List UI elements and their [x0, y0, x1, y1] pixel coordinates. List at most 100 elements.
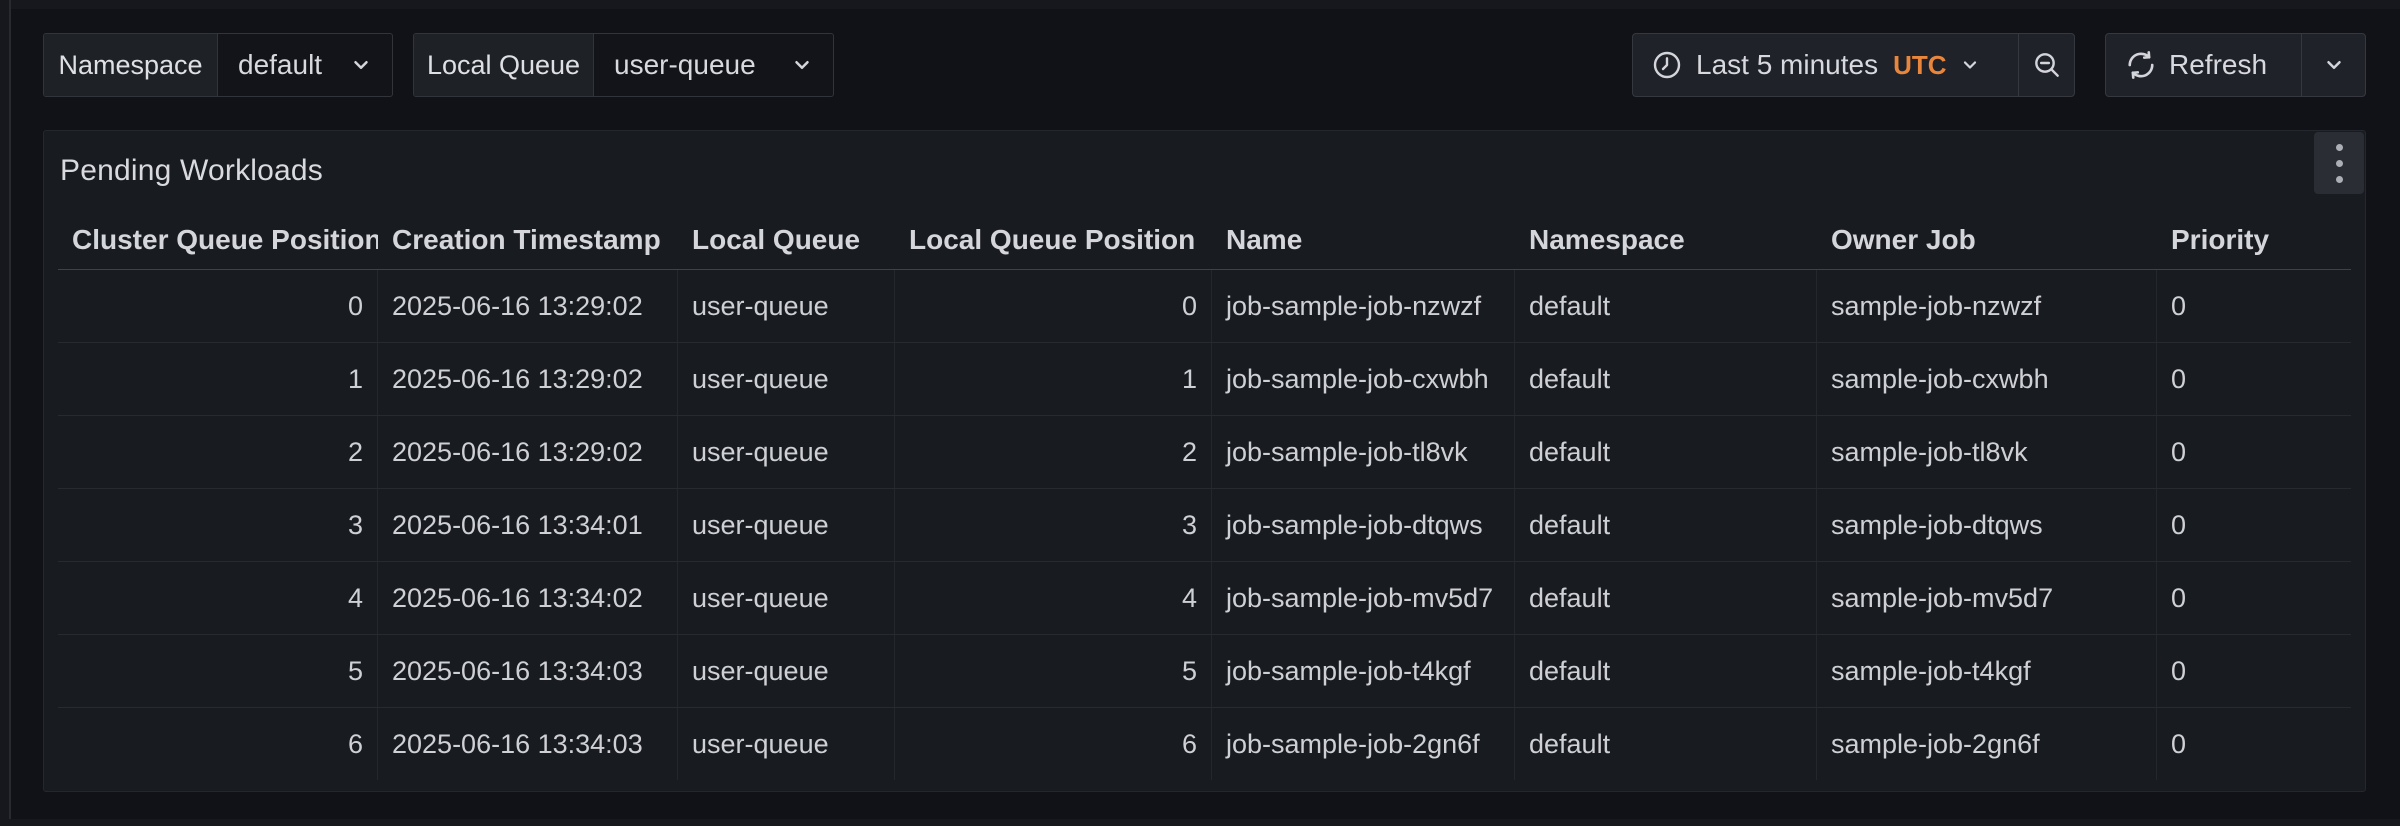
table-cell-local-queue: user-queue [678, 270, 895, 342]
panel-menu-button[interactable] [2314, 132, 2364, 194]
table-cell-owner-job: sample-job-t4kgf [1817, 635, 2157, 707]
table-cell-local-queue-position: 4 [895, 562, 1212, 634]
table-cell-name: job-sample-job-nzwzf [1212, 270, 1515, 342]
pending-workloads-table: Cluster Queue PositionCreation Timestamp… [58, 211, 2351, 791]
table-cell-creation-timestamp: 2025-06-16 13:29:02 [378, 270, 678, 342]
time-picker-group: Last 5 minutes UTC [1632, 33, 2075, 97]
table-cell-local-queue: user-queue [678, 635, 895, 707]
app-chrome-top-edge [0, 0, 2400, 9]
table-cell-local-queue: user-queue [678, 708, 895, 780]
table-row: 52025-06-16 13:34:03user-queue5job-sampl… [58, 635, 2351, 708]
table-cell-creation-timestamp: 2025-06-16 13:34:02 [378, 562, 678, 634]
kebab-menu-icon [2336, 160, 2343, 167]
table-row: 62025-06-16 13:34:03user-queue6job-sampl… [58, 708, 2351, 780]
table-cell-cluster-queue-position: 6 [58, 708, 378, 780]
clock-icon [1651, 49, 1683, 81]
table-cell-priority: 0 [2157, 635, 2351, 707]
table-cell-name: job-sample-job-mv5d7 [1212, 562, 1515, 634]
table-cell-priority: 0 [2157, 489, 2351, 561]
chevron-down-icon [2323, 54, 2345, 76]
table-cell-local-queue-position: 6 [895, 708, 1212, 780]
refresh-button[interactable]: Refresh [2106, 34, 2301, 96]
table-cell-priority: 0 [2157, 270, 2351, 342]
table-cell-creation-timestamp: 2025-06-16 13:34:03 [378, 635, 678, 707]
column-header-local-queue[interactable]: Local Queue [678, 224, 895, 256]
time-range-button[interactable]: Last 5 minutes UTC [1633, 34, 2018, 96]
chevron-down-icon [350, 54, 372, 76]
table-row: 32025-06-16 13:34:01user-queue3job-sampl… [58, 489, 2351, 562]
app-chrome-left-edge [0, 0, 11, 826]
variable-label-local-queue: Local Queue [414, 34, 594, 96]
panel-pending-workloads: Pending Workloads Cluster Queue Position… [43, 130, 2366, 792]
table-cell-namespace: default [1515, 562, 1817, 634]
table-cell-priority: 0 [2157, 416, 2351, 488]
column-header-cluster-queue-position[interactable]: Cluster Queue Position [58, 224, 378, 256]
table-cell-name: job-sample-job-tl8vk [1212, 416, 1515, 488]
table-cell-name: job-sample-job-2gn6f [1212, 708, 1515, 780]
zoom-out-icon [2031, 49, 2063, 81]
table-cell-priority: 0 [2157, 562, 2351, 634]
table-cell-owner-job: sample-job-cxwbh [1817, 343, 2157, 415]
table-cell-cluster-queue-position: 4 [58, 562, 378, 634]
chevron-down-icon [1960, 55, 1980, 75]
table-cell-cluster-queue-position: 1 [58, 343, 378, 415]
chevron-down-icon [791, 54, 813, 76]
kebab-menu-icon [2336, 144, 2343, 151]
panel-header: Pending Workloads [44, 131, 2365, 211]
table-cell-name: job-sample-job-dtqws [1212, 489, 1515, 561]
table-cell-cluster-queue-position: 0 [58, 270, 378, 342]
table-cell-local-queue-position: 3 [895, 489, 1212, 561]
table-cell-cluster-queue-position: 5 [58, 635, 378, 707]
kebab-menu-icon [2336, 176, 2343, 183]
column-header-owner-job[interactable]: Owner Job [1817, 224, 2157, 256]
variable-control-local-queue: Local Queue user-queue [413, 33, 834, 97]
table-cell-cluster-queue-position: 2 [58, 416, 378, 488]
table-cell-namespace: default [1515, 416, 1817, 488]
table-cell-name: job-sample-job-t4kgf [1212, 635, 1515, 707]
table-cell-local-queue-position: 2 [895, 416, 1212, 488]
table-cell-creation-timestamp: 2025-06-16 13:34:01 [378, 489, 678, 561]
table-cell-owner-job: sample-job-tl8vk [1817, 416, 2157, 488]
column-header-namespace[interactable]: Namespace [1515, 224, 1817, 256]
table-cell-namespace: default [1515, 343, 1817, 415]
table-cell-creation-timestamp: 2025-06-16 13:29:02 [378, 416, 678, 488]
panel-title[interactable]: Pending Workloads [60, 154, 323, 188]
table-header-row: Cluster Queue PositionCreation Timestamp… [58, 211, 2351, 270]
table-cell-creation-timestamp: 2025-06-16 13:29:02 [378, 343, 678, 415]
variable-value-local-queue: user-queue [614, 49, 756, 81]
time-zoom-out-button[interactable] [2019, 34, 2074, 96]
refresh-interval-dropdown[interactable] [2302, 34, 2365, 96]
app-chrome-bottom-edge [0, 819, 2400, 826]
column-header-creation-timestamp[interactable]: Creation Timestamp [378, 224, 678, 256]
table-cell-local-queue-position: 1 [895, 343, 1212, 415]
timezone-badge: UTC [1893, 50, 1946, 81]
table-cell-local-queue: user-queue [678, 489, 895, 561]
table-cell-namespace: default [1515, 270, 1817, 342]
table-cell-namespace: default [1515, 489, 1817, 561]
table-cell-owner-job: sample-job-dtqws [1817, 489, 2157, 561]
column-header-priority[interactable]: Priority [2157, 224, 2351, 256]
refresh-label: Refresh [2169, 49, 2267, 81]
variable-dropdown-namespace[interactable]: default [218, 34, 392, 96]
table-cell-creation-timestamp: 2025-06-16 13:34:03 [378, 708, 678, 780]
table-cell-name: job-sample-job-cxwbh [1212, 343, 1515, 415]
table-cell-priority: 0 [2157, 708, 2351, 780]
refresh-group: Refresh [2105, 33, 2366, 97]
table-cell-owner-job: sample-job-2gn6f [1817, 708, 2157, 780]
variable-label-namespace: Namespace [44, 34, 218, 96]
time-range-label: Last 5 minutes [1696, 49, 1878, 81]
table-cell-owner-job: sample-job-nzwzf [1817, 270, 2157, 342]
column-header-name[interactable]: Name [1212, 224, 1515, 256]
table-row: 42025-06-16 13:34:02user-queue4job-sampl… [58, 562, 2351, 635]
variable-dropdown-local-queue[interactable]: user-queue [594, 34, 833, 96]
column-header-local-queue-position[interactable]: Local Queue Position [895, 224, 1212, 256]
table-cell-namespace: default [1515, 708, 1817, 780]
refresh-icon [2126, 50, 2156, 80]
table-cell-local-queue-position: 5 [895, 635, 1212, 707]
table-row: 22025-06-16 13:29:02user-queue2job-sampl… [58, 416, 2351, 489]
table-cell-local-queue: user-queue [678, 416, 895, 488]
table-cell-local-queue: user-queue [678, 562, 895, 634]
variable-control-namespace: Namespace default [43, 33, 393, 97]
table-row: 12025-06-16 13:29:02user-queue1job-sampl… [58, 343, 2351, 416]
variable-value-namespace: default [238, 49, 322, 81]
